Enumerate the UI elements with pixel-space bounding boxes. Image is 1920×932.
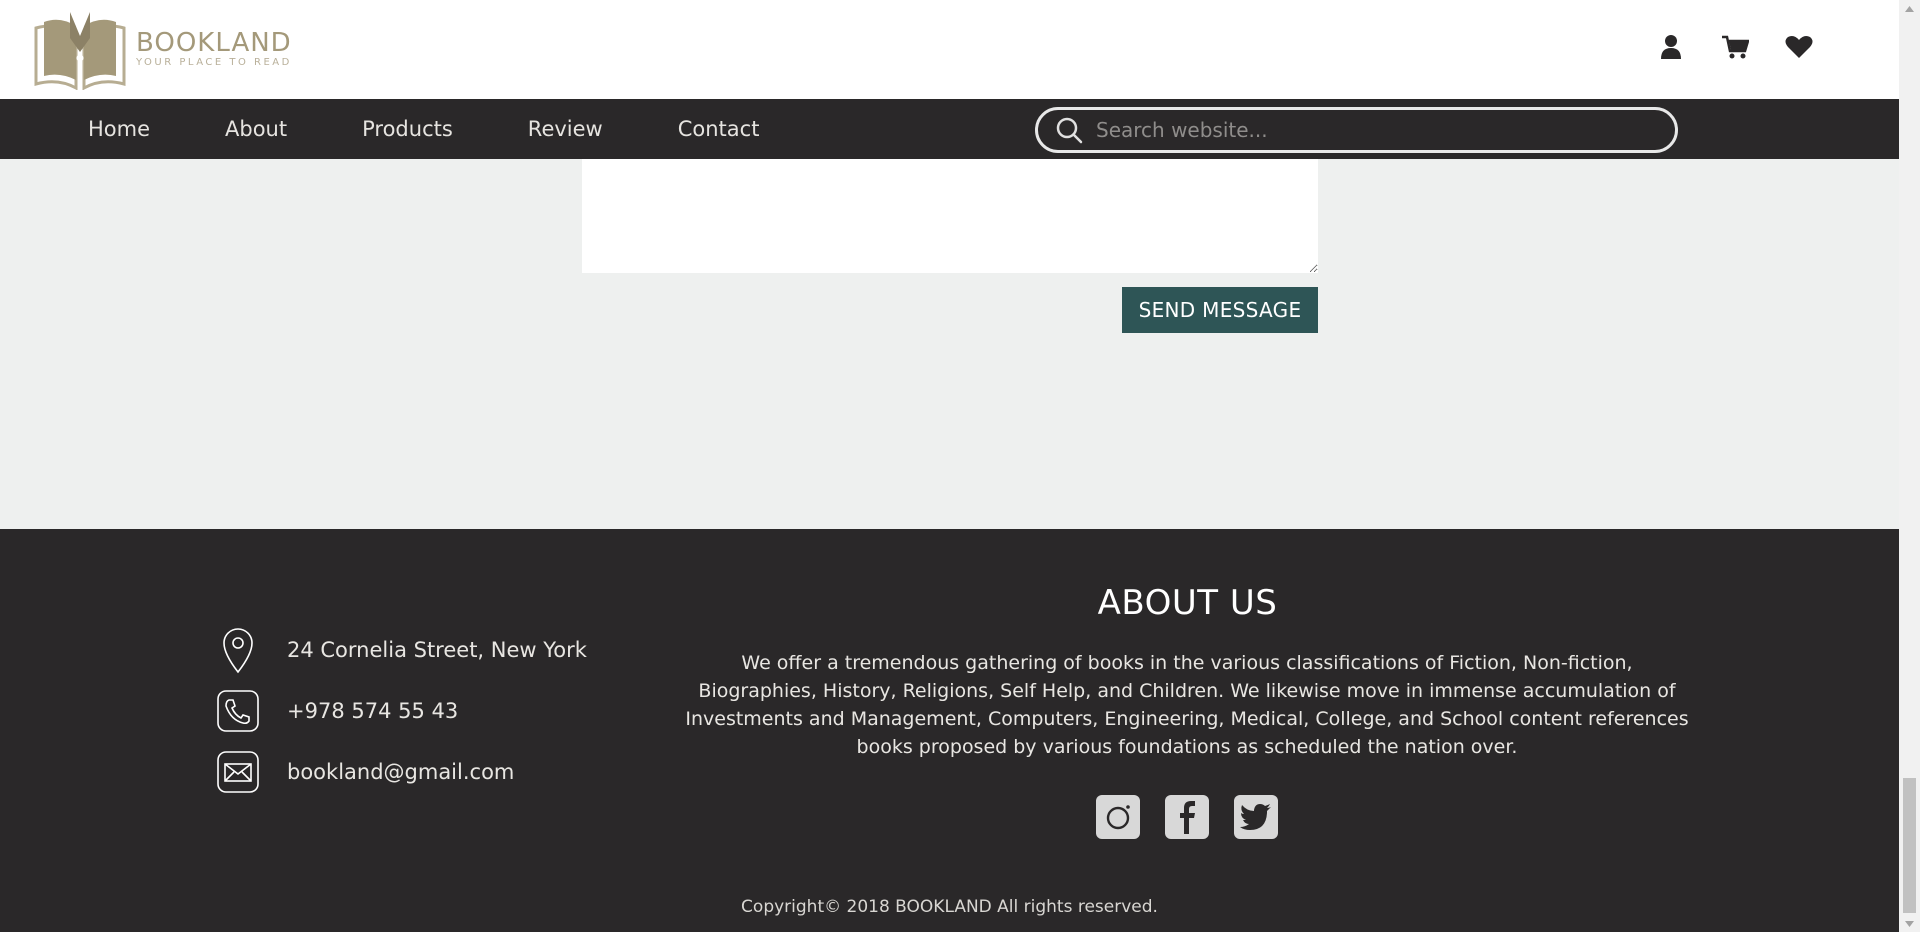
- about-us-text: We offer a tremendous gathering of books…: [685, 652, 1689, 758]
- about-us-heading: ABOUT US: [1097, 583, 1278, 623]
- user-icon[interactable]: [1656, 32, 1686, 62]
- search-bar: [1035, 107, 1678, 153]
- search-input[interactable]: [1084, 112, 1675, 148]
- scroll-down-arrow-icon[interactable]: [1899, 915, 1920, 932]
- email-text[interactable]: bookland@gmail.com: [287, 760, 514, 784]
- top-header: BOOKLAND YOUR PLACE TO READ: [0, 0, 1899, 99]
- contact-address: 24 Cornelia Street, New York: [217, 628, 587, 674]
- message-textarea[interactable]: [582, 159, 1318, 273]
- nav-contact[interactable]: Contact: [678, 117, 760, 141]
- logo[interactable]: BOOKLAND YOUR PLACE TO READ: [30, 8, 292, 90]
- instagram-icon[interactable]: [1096, 795, 1140, 839]
- vertical-scrollbar[interactable]: [1899, 0, 1920, 932]
- logo-name: BOOKLAND: [136, 28, 292, 58]
- heart-icon[interactable]: [1784, 32, 1814, 62]
- nav-links: Home About Products Review Contact: [88, 99, 834, 159]
- cart-icon[interactable]: [1720, 32, 1750, 62]
- phone-text: +978 574 55 43: [287, 699, 459, 723]
- nav-about[interactable]: About: [225, 117, 287, 141]
- scroll-up-arrow-icon[interactable]: [1899, 0, 1920, 17]
- send-message-button[interactable]: SEND MESSAGE: [1122, 287, 1318, 333]
- scrollbar-thumb[interactable]: [1903, 778, 1916, 913]
- header-actions: [1656, 32, 1814, 62]
- mail-icon: [217, 751, 259, 793]
- twitter-icon[interactable]: [1234, 795, 1278, 839]
- address-text: 24 Cornelia Street, New York: [287, 638, 587, 662]
- contact-info: 24 Cornelia Street, New York +978 574 55…: [217, 628, 587, 812]
- facebook-icon[interactable]: [1165, 795, 1209, 839]
- social-links: [1096, 795, 1278, 839]
- nav-home[interactable]: Home: [88, 117, 150, 141]
- contact-phone: +978 574 55 43: [217, 690, 587, 732]
- book-logo-icon: [34, 12, 126, 90]
- copyright-text: Copyright© 2018 BOOKLAND All rights rese…: [741, 897, 1158, 917]
- footer: 24 Cornelia Street, New York +978 574 55…: [0, 529, 1899, 932]
- contact-email: bookland@gmail.com: [217, 751, 587, 793]
- search-icon[interactable]: [1054, 115, 1084, 145]
- main-nav: Home About Products Review Contact: [0, 99, 1899, 159]
- nav-review[interactable]: Review: [528, 117, 603, 141]
- logo-tagline: YOUR PLACE TO READ: [136, 57, 292, 68]
- phone-icon: [217, 690, 259, 732]
- location-pin-icon: [217, 628, 259, 674]
- nav-products[interactable]: Products: [362, 117, 453, 141]
